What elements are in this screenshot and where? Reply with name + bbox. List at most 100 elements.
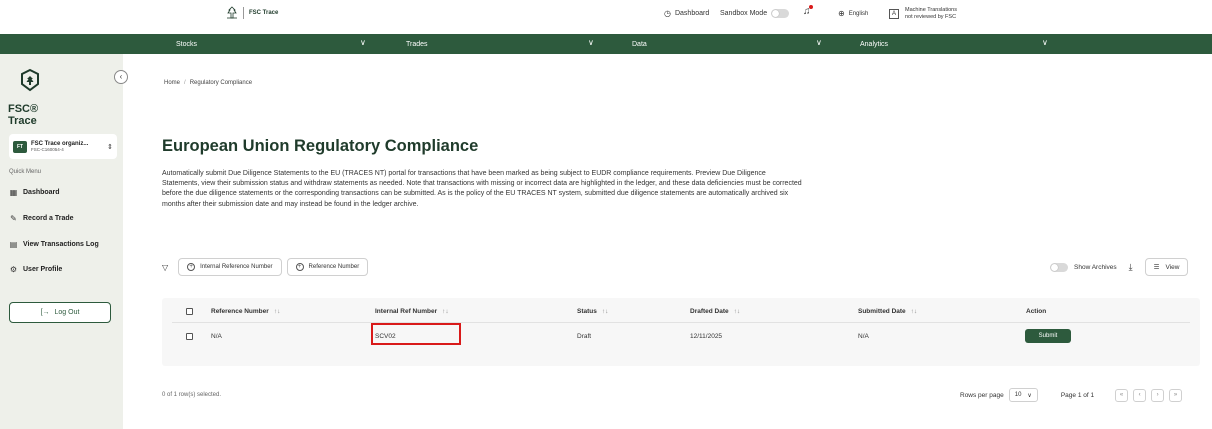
fsc-checktree-icon xyxy=(21,68,39,92)
language-selector[interactable]: ⊕ English xyxy=(838,9,868,18)
view-label: View xyxy=(1165,263,1180,271)
pagination: Rows per page 10 ∨ Page 1 of 1 « ‹ › » xyxy=(960,388,1183,402)
chevron-down-icon: ∨ xyxy=(1027,392,1032,399)
collapse-sidebar-button[interactable]: ‹ xyxy=(114,70,128,84)
sort-icon: ↑↓ xyxy=(273,308,281,315)
show-archives-label: Show Archives xyxy=(1074,263,1117,271)
nav-stocks[interactable]: Stocks xyxy=(176,34,197,54)
sandbox-toggle[interactable] xyxy=(771,9,790,18)
submit-button[interactable]: Submit xyxy=(1025,329,1071,343)
sort-icon: ↑↓ xyxy=(442,308,449,315)
notifications-button[interactable]: ♫ xyxy=(803,5,813,17)
rows-per-page-select[interactable]: 10 ∨ xyxy=(1008,388,1038,402)
last-page-button[interactable]: » xyxy=(1169,388,1183,402)
translate-icon: A xyxy=(889,9,899,19)
column-header-reference-number[interactable]: Reference Number ↑↓ xyxy=(211,308,280,315)
dashboard-link-label: Dashboard xyxy=(674,10,710,17)
previous-page-button[interactable]: ‹ xyxy=(1133,388,1147,402)
sidebar-item-dashboard[interactable]: ▦ Dashboard xyxy=(9,188,60,197)
main-nav: Stocks ∨ Trades ∨ Data ∨ Analytics ∨ xyxy=(0,34,1212,54)
rows-per-page-label: Rows per page xyxy=(960,391,1004,399)
sidebar-item-user-profile[interactable]: ⚙ User Profile xyxy=(9,265,62,274)
plus-circle-icon: + xyxy=(295,263,304,271)
mt-line-2: not reviewed by FSC xyxy=(905,14,957,20)
sidebar-item-transactions-log[interactable]: ▤ View Transactions Log xyxy=(9,240,99,249)
globe-icon: ⊕ xyxy=(838,9,845,18)
select-all-checkbox[interactable] xyxy=(186,308,193,315)
sidebar-item-record-trade[interactable]: ✎ Record a Trade xyxy=(9,214,74,223)
filter-chip-label: Reference Number xyxy=(308,264,360,270)
filter-icon[interactable]: ▽ xyxy=(162,263,168,272)
logout-button[interactable]: [→ Log Out xyxy=(9,302,111,323)
next-page-button[interactable]: › xyxy=(1151,388,1165,402)
compliance-table: Reference Number ↑↓ Internal Ref Number ↑↓… xyxy=(162,298,1200,366)
nav-trades[interactable]: Trades xyxy=(406,34,428,54)
org-avatar: FT xyxy=(13,140,27,153)
plus-circle-icon: + xyxy=(187,263,196,271)
chevron-down-icon[interactable]: ∨ xyxy=(1042,38,1048,47)
selection-count: 0 of 1 row(s) selected. xyxy=(162,392,222,398)
logo-separator xyxy=(243,7,244,19)
header-logo-text: FSC Trace xyxy=(249,10,279,16)
sandbox-mode: Sandbox Mode xyxy=(720,9,790,18)
dashboard-link[interactable]: ◷ Dashboard xyxy=(664,9,709,18)
column-header-label: Reference Number xyxy=(211,308,269,315)
bell-icon: ♫ xyxy=(803,5,813,17)
cell-drafted-date: 12/11/2025 xyxy=(690,333,723,340)
breadcrumb-home[interactable]: Home xyxy=(164,80,180,86)
header-logo[interactable]: FSC Trace xyxy=(226,6,278,20)
grid-icon: ▦ xyxy=(9,188,18,197)
sliders-icon: ☰ xyxy=(1153,264,1160,271)
org-id: FSC-C160054-4 xyxy=(31,147,64,152)
breadcrumb-separator: / xyxy=(184,80,186,86)
row-checkbox[interactable] xyxy=(186,333,193,340)
document-icon: ▤ xyxy=(9,240,18,249)
sort-icon: ↑↓ xyxy=(601,308,609,315)
cell-submitted-date: N/A xyxy=(858,333,869,340)
sidebar-logo[interactable]: FSC® Trace xyxy=(8,68,64,127)
filter-internal-reference-number[interactable]: + Internal Reference Number xyxy=(178,258,282,276)
sidebar-item-label: User Profile xyxy=(23,266,63,273)
chevron-updown-icon: ⇕ xyxy=(107,143,113,151)
chevron-down-icon[interactable]: ∨ xyxy=(588,38,594,47)
organization-selector[interactable]: FT FSC Trace organiz... FSC-C160054-4 ⇕ xyxy=(9,134,117,159)
cell-reference-number: N/A xyxy=(211,333,222,340)
nav-analytics[interactable]: Analytics xyxy=(860,34,888,54)
mt-line-1: Machine Translations xyxy=(905,7,957,13)
column-header-label: Status xyxy=(577,308,597,315)
chevron-down-icon[interactable]: ∨ xyxy=(816,38,822,47)
filter-chip-label: Internal Reference Number xyxy=(200,264,273,270)
language-label: English xyxy=(848,10,869,17)
sidebar-item-label: Dashboard xyxy=(23,189,60,196)
highlight-box xyxy=(371,323,461,345)
sidebar-item-label: Record a Trade xyxy=(23,215,74,222)
first-page-button[interactable]: « xyxy=(1115,388,1129,402)
column-header-status[interactable]: Status ↑↓ xyxy=(577,308,608,315)
top-bar: FSC Trace ◷ Dashboard Sandbox Mode ♫ ⊕ E… xyxy=(0,0,1212,34)
column-header-internal-ref-number[interactable]: Internal Ref Number ↑↓ xyxy=(375,308,449,315)
machine-translations-note: A Machine Translations not reviewed by F… xyxy=(889,7,957,21)
filter-reference-number[interactable]: + Reference Number xyxy=(286,258,369,276)
page-indicator: Page 1 of 1 xyxy=(1060,391,1095,399)
nav-data[interactable]: Data xyxy=(632,34,647,54)
sort-icon: ↑↓ xyxy=(733,308,741,315)
column-header-drafted-date[interactable]: Drafted Date ↑↓ xyxy=(690,308,740,315)
column-header-submitted-date[interactable]: Submitted Date ↑↓ xyxy=(858,308,917,315)
view-options-button[interactable]: ☰ View xyxy=(1144,258,1189,276)
column-header-action: Action xyxy=(1026,308,1047,315)
logout-label: Log Out xyxy=(54,309,80,316)
page-title: European Union Regulatory Compliance xyxy=(162,137,479,155)
cell-status: Draft xyxy=(577,333,592,340)
show-archives-toggle[interactable] xyxy=(1050,262,1068,272)
fsc-tree-logo-icon xyxy=(227,6,237,19)
sidebar: FSC® Trace ‹ FT FSC Trace organiz... FSC… xyxy=(0,54,128,429)
sandbox-mode-label: Sandbox Mode xyxy=(720,10,768,17)
chevron-down-icon[interactable]: ∨ xyxy=(360,38,366,47)
filter-bar: ▽ + Internal Reference Number + Referenc… xyxy=(162,258,369,276)
sidebar-item-label: View Transactions Log xyxy=(23,241,99,248)
sidebar-brand: FSC® Trace xyxy=(8,103,39,127)
rows-per-page-value: 10 xyxy=(1014,392,1022,398)
pencil-icon: ✎ xyxy=(10,214,17,223)
download-icon[interactable]: ⤓ xyxy=(1129,262,1133,273)
column-header-label: Drafted Date xyxy=(690,308,729,315)
